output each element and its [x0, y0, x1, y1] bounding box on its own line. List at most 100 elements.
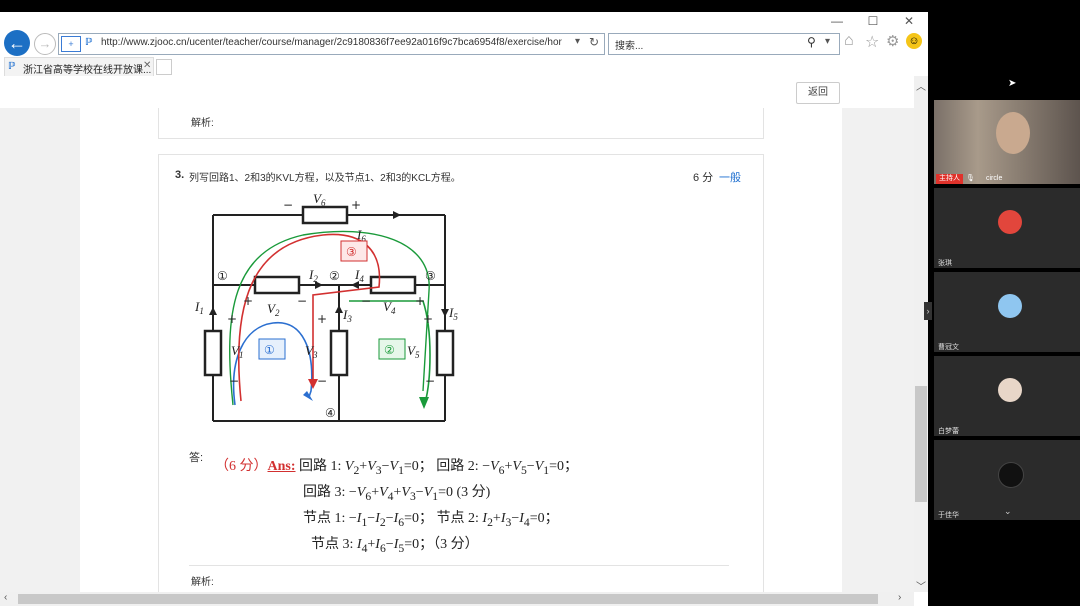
horizontal-scrollbar[interactable]: ‹ › — [0, 592, 914, 606]
svg-text:I3: I3 — [342, 307, 352, 324]
host-tag: 主持人 — [936, 174, 963, 184]
svg-text:V2: V2 — [267, 301, 280, 318]
participant-tile[interactable]: 张琪 — [934, 188, 1080, 268]
host-video-tile[interactable]: 主持人 🎙 circle — [934, 100, 1080, 184]
svg-text:−: − — [425, 374, 435, 388]
avatar — [998, 210, 1022, 234]
tab-bar: ℙ 浙江省高等学校在线开放课... ✕ — [0, 56, 928, 77]
answer-label: 答: — [189, 452, 204, 464]
scroll-down-icon[interactable]: ﹀ — [916, 578, 926, 593]
participant-tile[interactable]: 白梦蕾 — [934, 356, 1080, 436]
avatar — [998, 378, 1022, 402]
participant-tile[interactable]: 曹冠文 — [934, 272, 1080, 352]
scroll-up-icon[interactable]: ︿ — [916, 78, 926, 93]
resistor-v2 — [253, 275, 301, 295]
svg-text:+: + — [227, 312, 237, 326]
analysis-label: 解析: — [191, 118, 214, 129]
favorites-icon[interactable]: ☆ — [865, 32, 879, 52]
svg-text:+: + — [351, 198, 361, 212]
back-button[interactable]: ← — [4, 30, 30, 56]
circuit-diagram: V6 I6 I2 I4 V2 V4 I1 I3 I5 V1 V3 V5 − + … — [194, 191, 458, 422]
scroll-thumb[interactable] — [915, 386, 927, 502]
scroll-thumb[interactable] — [18, 594, 878, 604]
loop2-label: 回路 2: — [436, 459, 479, 474]
loop1-path — [232, 321, 313, 406]
compat-view-icon[interactable]: + — [61, 36, 81, 52]
ans-tag: Ans: — [267, 459, 296, 474]
dropdown-icon[interactable]: ▾ — [575, 36, 580, 47]
close-icon[interactable]: ✕ — [900, 14, 918, 28]
svg-text:I2: I2 — [308, 267, 318, 284]
previous-question-card: 解析: — [158, 108, 764, 139]
participant-panel: 主持人 🎙 circle 张琪 曹冠文 白梦蕾 于佳华 ⌄ — [934, 98, 1080, 522]
svg-text:−: − — [297, 294, 307, 308]
divider — [189, 565, 729, 566]
resistor-v5 — [435, 329, 455, 377]
svg-text:+: + — [423, 312, 433, 326]
search-icon[interactable]: ⚲ — [807, 35, 816, 49]
maximize-icon[interactable]: ☐ — [864, 14, 882, 28]
exercise-page: 解析: 3. 列写回路1、2和3的KVL方程，以及节点1、2和3的KCL方程。 … — [80, 108, 842, 592]
svg-text:+: + — [317, 312, 327, 326]
host-face — [996, 112, 1030, 154]
avatar — [998, 294, 1022, 318]
analysis-label: 解析: — [191, 577, 214, 588]
settings-icon[interactable]: ⚙ — [886, 32, 899, 50]
node1-label: 节点 1: — [303, 511, 346, 526]
search-box[interactable]: 搜索... ⚲ ▾ — [608, 33, 840, 55]
svg-text:I4: I4 — [354, 267, 364, 284]
address-text[interactable]: http://www.zjooc.cn/ucenter/teacher/cour… — [101, 37, 571, 48]
forward-button[interactable]: → — [34, 33, 56, 55]
search-dropdown-icon[interactable]: ▾ — [825, 36, 830, 47]
resistor-v3 — [329, 329, 349, 377]
scroll-left-icon[interactable]: ‹ — [4, 592, 7, 603]
score-tag: （6 分） — [215, 459, 268, 474]
expand-icon[interactable]: ⌄ — [1004, 506, 1012, 517]
browser-tab[interactable]: ℙ 浙江省高等学校在线开放课... ✕ — [4, 57, 154, 77]
svg-text:V3: V3 — [305, 343, 318, 360]
participant-name: 于佳华 — [938, 512, 959, 519]
part-score: (3 分) — [456, 485, 491, 500]
current-arrow-i5 — [441, 309, 449, 317]
minimize-icon[interactable]: — — [828, 14, 846, 28]
address-bar[interactable]: + ℙ http://www.zjooc.cn/ucenter/teacher/… — [58, 33, 605, 55]
panel-toggle-icon[interactable]: › — [924, 302, 932, 320]
smiley-icon[interactable]: ☺ — [906, 33, 922, 49]
svg-text:V6: V6 — [313, 191, 326, 208]
search-input[interactable]: 搜索... — [615, 37, 643, 52]
node-label: ① — [217, 269, 228, 283]
svg-text:−: − — [283, 198, 293, 212]
new-tab-button[interactable] — [156, 59, 172, 75]
svg-text:I5: I5 — [448, 305, 458, 322]
loop1-arrow-icon — [303, 391, 313, 401]
participant-name: 张琪 — [938, 260, 952, 267]
avatar — [998, 462, 1024, 488]
return-button[interactable]: 返回 — [796, 82, 840, 104]
node-label: ③ — [425, 269, 436, 283]
browser-window: — ☐ ✕ ← → + ℙ http://www.zjooc.cn/ucente… — [0, 12, 928, 606]
resistor-v4 — [369, 275, 417, 295]
mic-icon: 🎙 — [966, 175, 975, 182]
refresh-icon[interactable]: ↻ — [589, 35, 599, 49]
svg-text:+: + — [243, 294, 253, 308]
navigation-bar: ← → + ℙ http://www.zjooc.cn/ucenter/teac… — [0, 30, 928, 56]
question-number: 3. — [175, 169, 185, 181]
loop1-label: ① — [264, 343, 275, 357]
current-arrow-i6 — [393, 211, 401, 219]
home-icon[interactable]: ⌂ — [844, 32, 854, 50]
tab-title[interactable]: 浙江省高等学校在线开放课... — [23, 61, 151, 76]
participant-tile[interactable]: 于佳华 ⌄ — [934, 440, 1080, 520]
vertical-scrollbar[interactable]: ︿ ﹀ — [914, 76, 928, 593]
svg-text:I1: I1 — [194, 299, 204, 316]
participant-name: 白梦蕾 — [938, 428, 959, 435]
scroll-right-icon[interactable]: › — [898, 592, 901, 603]
question-score: 6 分 — [693, 172, 714, 184]
question-text: 列写回路1、2和3的KVL方程，以及节点1、2和3的KCL方程。 — [189, 173, 461, 184]
tab-close-icon[interactable]: ✕ — [143, 60, 151, 71]
svg-text:−: − — [229, 374, 239, 388]
answer-line-2: 回路 3: −V6+V4+V3−V1=0 (3 分) — [303, 485, 491, 503]
loop2-arrow-icon — [419, 397, 429, 409]
current-arrow-i4 — [351, 281, 359, 289]
node2-label: 节点 2: — [436, 511, 479, 526]
node-label: ② — [329, 269, 340, 283]
